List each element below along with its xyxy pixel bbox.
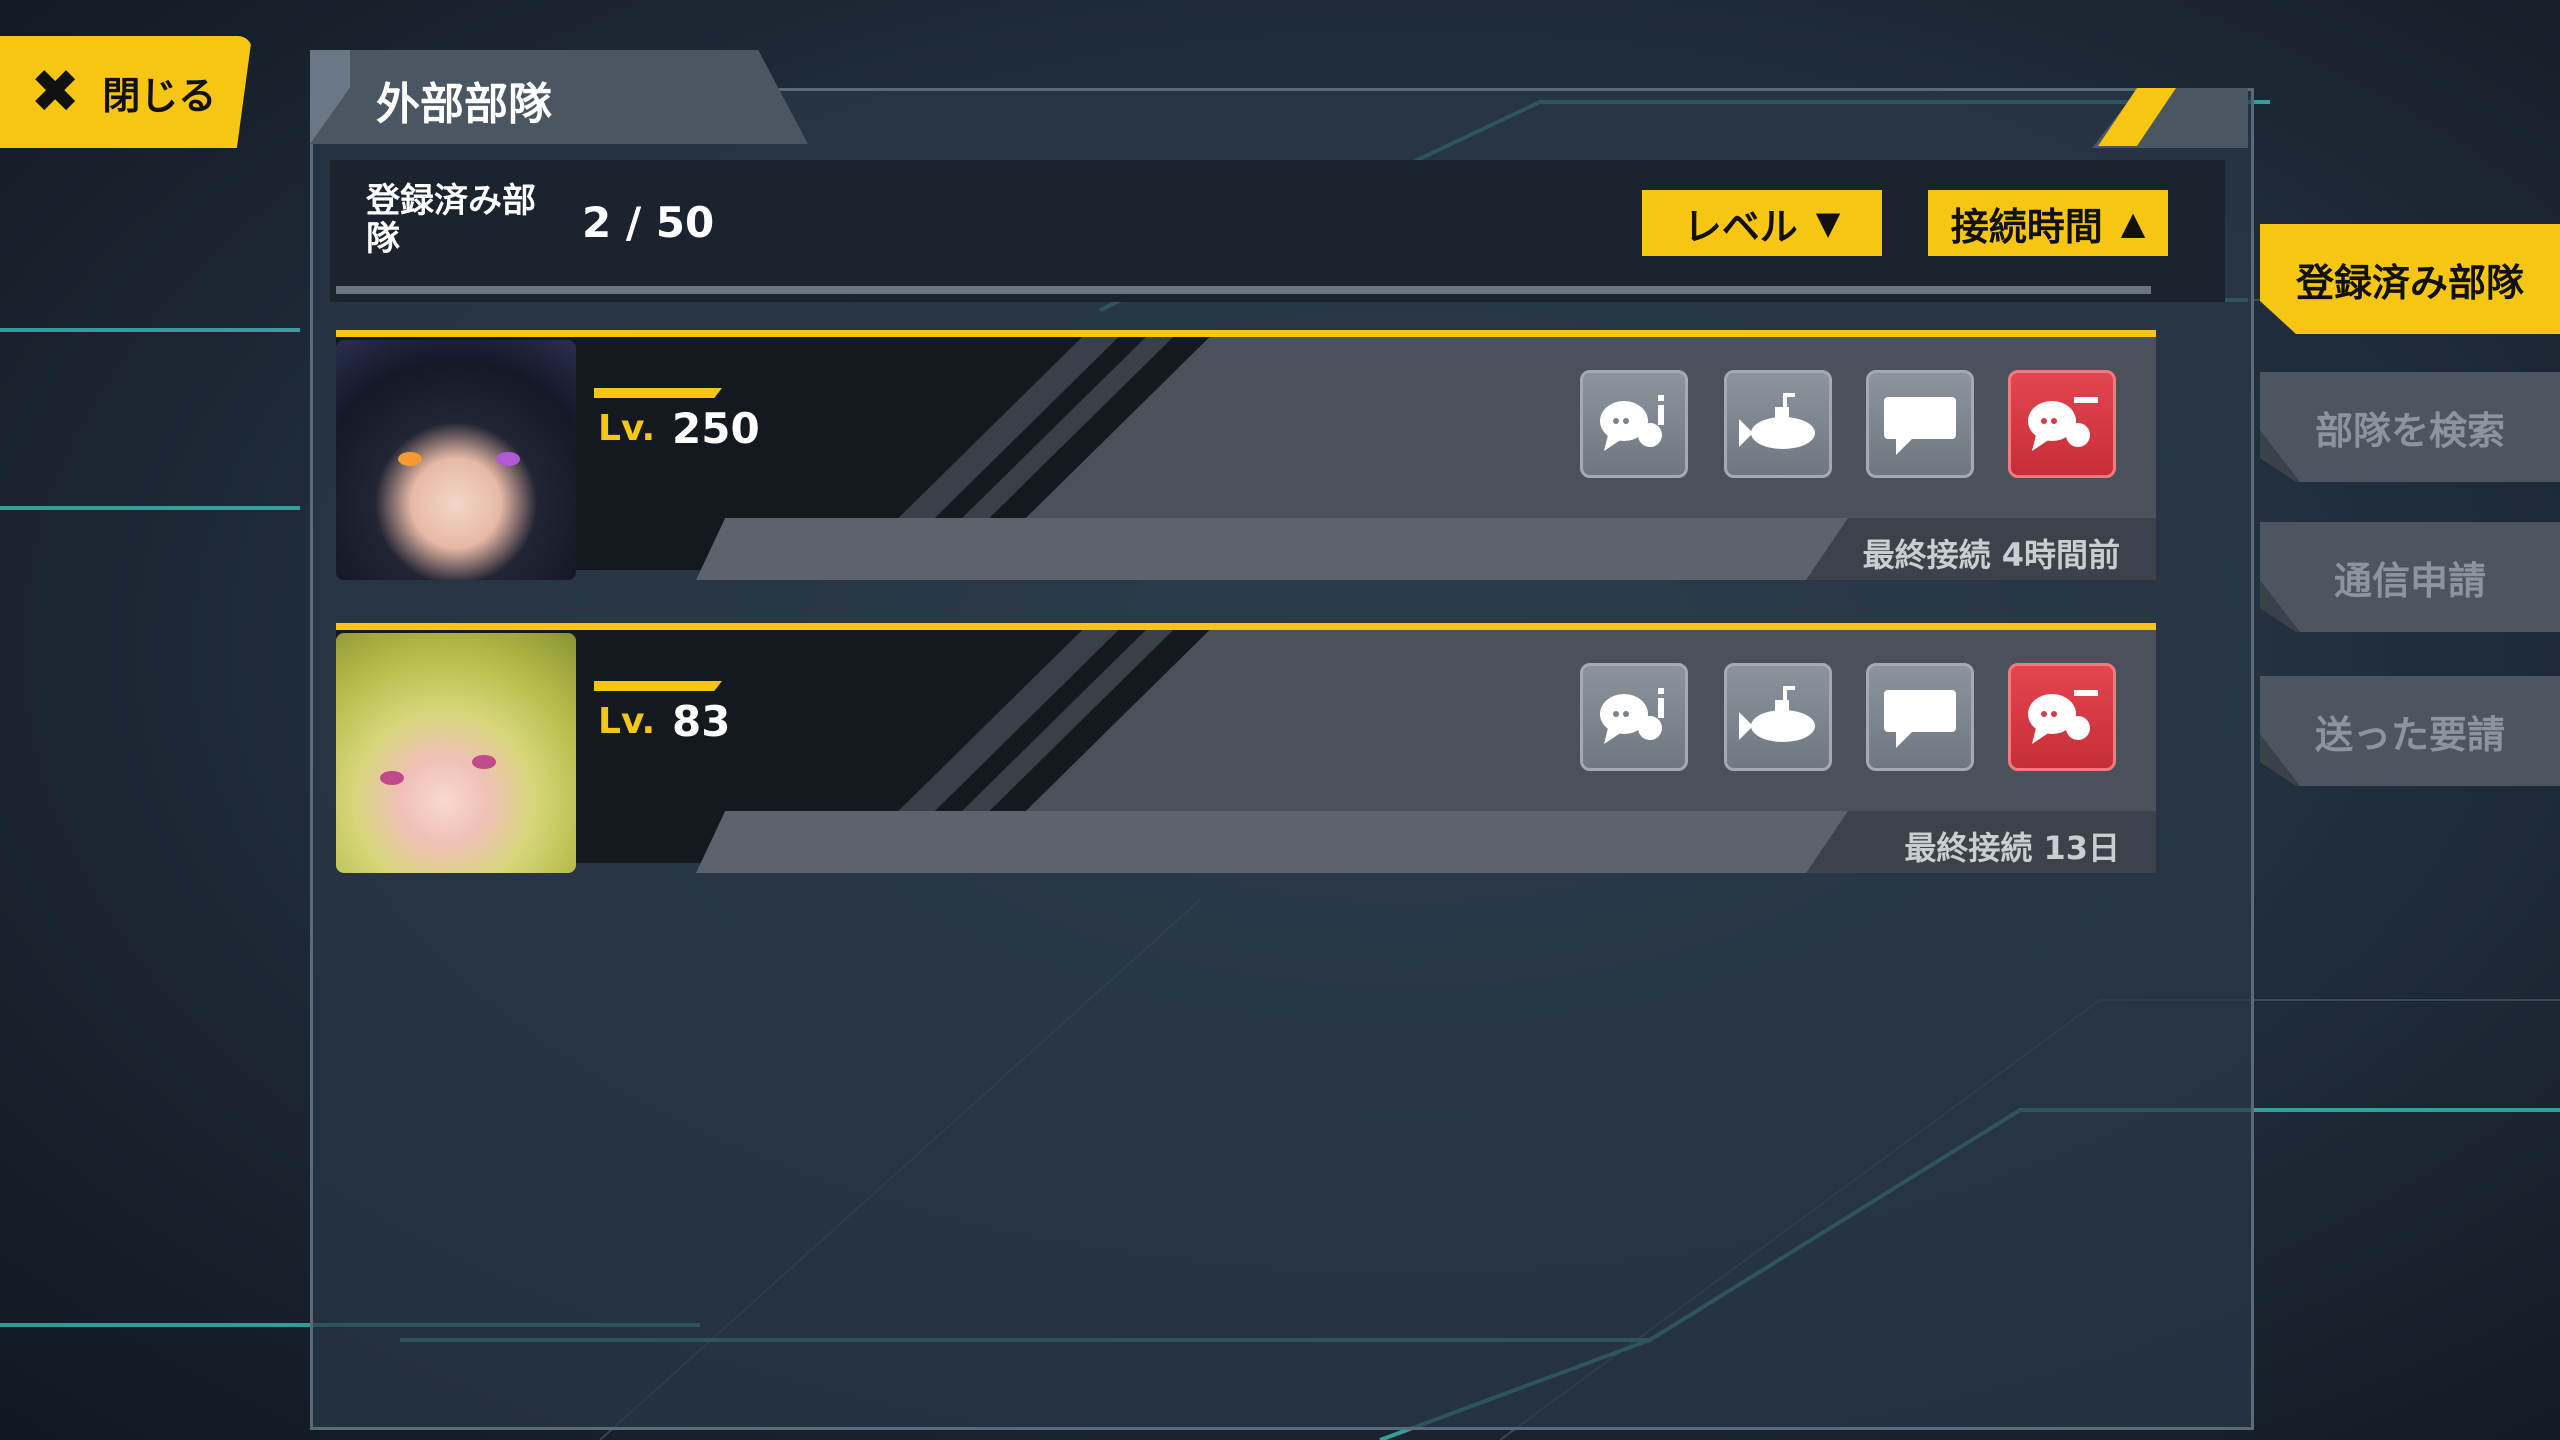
level-label: Lv. [598, 408, 656, 449]
chat-info-button[interactable] [1580, 370, 1688, 478]
sort-level-label: レベル [1683, 204, 1798, 249]
submarine-button[interactable] [1724, 370, 1832, 478]
triangle-down-icon: ▼ [1815, 204, 1841, 242]
registered-label: 登録済み部隊 [366, 181, 536, 259]
tab-label: 部隊を検索 [2314, 408, 2505, 453]
level-value: 83 [672, 697, 731, 746]
tab-label: 通信申請 [2333, 558, 2486, 603]
remove-unit-button[interactable] [2008, 663, 2116, 771]
panel-title: 外部部隊 [376, 79, 552, 130]
chat-info-icon [1600, 688, 1664, 744]
last-login: 最終接続 13日 [1904, 829, 2120, 867]
chat-info-icon [1600, 395, 1664, 451]
message-button[interactable] [1866, 663, 1974, 771]
avatar-eye [380, 771, 404, 785]
level-bar [594, 388, 722, 398]
level-bar [594, 681, 722, 691]
message-icon [1884, 690, 1956, 748]
remove-unit-button[interactable] [2008, 370, 2116, 478]
sort-time-label: 接続時間 [1950, 204, 2103, 249]
avatar[interactable] [336, 633, 576, 873]
avatar-eye [496, 452, 520, 466]
close-button-label: 閉じる [102, 73, 217, 118]
header-divider [336, 286, 2151, 294]
triangle-up-icon: ▲ [2120, 204, 2146, 242]
unit-row[interactable]: Lv. 250 最終接続 4時間前 [336, 330, 2156, 600]
list-header: 登録済み部隊 2 / 50 レベル ▼ 接続時間 ▲ [330, 160, 2225, 302]
chat-remove-icon [2028, 397, 2098, 451]
row-top-bar [336, 623, 2156, 630]
panel-title-tab: 外部部隊 [310, 50, 808, 144]
row-top-bar [336, 330, 2156, 337]
close-button[interactable]: ✖ 閉じる [0, 36, 252, 148]
unit-row[interactable]: Lv. 83 最終接続 13日 [336, 623, 2156, 893]
last-login: 最終接続 4時間前 [1862, 536, 2120, 574]
level-label: Lv. [598, 701, 656, 742]
tab-registered-units[interactable]: 登録済み部隊 [2260, 224, 2560, 334]
message-button[interactable] [1866, 370, 1974, 478]
chat-remove-icon [2028, 690, 2098, 744]
level-value: 250 [672, 404, 760, 453]
message-icon [1884, 397, 1956, 455]
avatar-eye [398, 452, 422, 466]
close-icon: ✖ [30, 57, 81, 127]
avatar[interactable] [336, 340, 576, 580]
tab-label: 送った要請 [2314, 712, 2505, 757]
sort-level-button[interactable]: レベル ▼ [1642, 190, 1882, 256]
tab-contact-requests[interactable]: 通信申請 [2260, 522, 2560, 632]
chat-info-button[interactable] [1580, 663, 1688, 771]
tab-search-units[interactable]: 部隊を検索 [2260, 372, 2560, 482]
submarine-icon [1739, 686, 1815, 742]
avatar-eye [472, 755, 496, 769]
registered-count: 2 / 50 [582, 198, 715, 247]
submarine-button[interactable] [1724, 663, 1832, 771]
submarine-icon [1739, 393, 1815, 449]
sort-time-button[interactable]: 接続時間 ▲ [1928, 190, 2168, 256]
tab-label: 登録済み部隊 [2295, 260, 2524, 305]
tab-sent-requests[interactable]: 送った要請 [2260, 676, 2560, 786]
